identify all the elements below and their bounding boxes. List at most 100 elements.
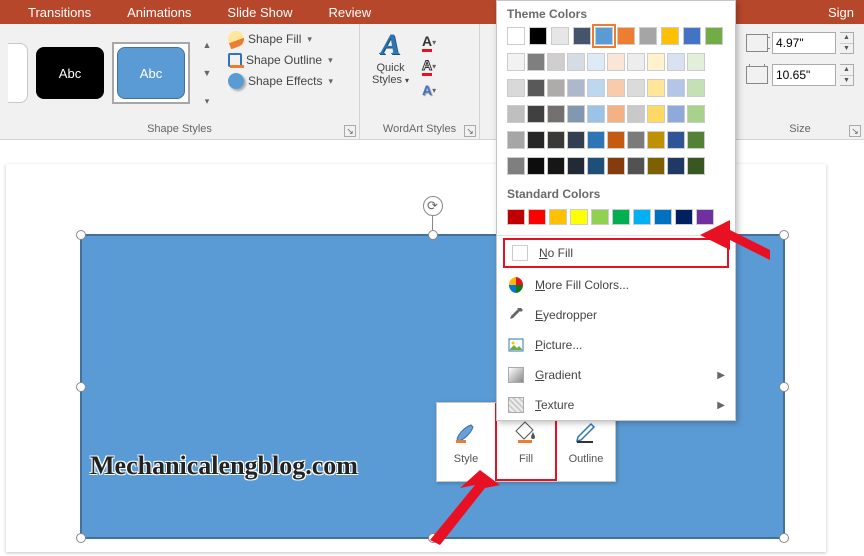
shape-effects-button[interactable]: Shape Effects ▾ [226,72,335,90]
style-gallery[interactable]: Abc Abc ▲ ▼ ▾ [8,28,214,114]
color-swatch[interactable] [549,209,567,225]
color-swatch[interactable] [547,105,565,123]
color-swatch[interactable] [667,79,685,97]
color-swatch[interactable] [527,53,545,71]
eyedropper-item[interactable]: Eyedropper [497,300,735,330]
color-swatch[interactable] [627,131,645,149]
color-swatch[interactable] [507,79,525,97]
color-swatch[interactable] [675,209,693,225]
color-swatch[interactable] [667,157,685,175]
dialog-launcher-size[interactable]: ↘ [849,125,861,137]
text-fill-button[interactable]: A▾ [419,32,439,52]
style-thumb-prev[interactable] [8,43,28,103]
color-swatch[interactable] [654,209,672,225]
tab-review[interactable]: Review [310,1,389,24]
resize-handle[interactable] [779,230,789,240]
color-swatch[interactable] [612,209,630,225]
color-swatch[interactable] [567,53,585,71]
color-swatch[interactable] [661,27,679,45]
color-swatch[interactable] [647,53,665,71]
color-swatch[interactable] [607,105,625,123]
color-swatch[interactable] [507,131,525,149]
color-swatch[interactable] [570,209,588,225]
style-thumb-1[interactable]: Abc [36,47,104,99]
resize-handle[interactable] [779,533,789,543]
text-effects-button[interactable]: A▾ [419,80,439,100]
color-swatch[interactable] [527,79,545,97]
height-spinner[interactable]: ▲▼ [840,32,854,54]
text-outline-button[interactable]: A▾ [419,56,439,76]
color-swatch[interactable] [567,157,585,175]
tab-signin[interactable]: Sign [810,1,864,24]
shape-outline-button[interactable]: Shape Outline ▾ [226,52,335,68]
color-swatch[interactable] [667,131,685,149]
no-fill-item[interactable]: No Fill [503,238,729,268]
gallery-down-icon[interactable]: ▼ [200,60,214,86]
gallery-up-icon[interactable]: ▲ [200,32,214,58]
width-spinner[interactable]: ▲▼ [840,64,854,86]
color-swatch[interactable] [547,79,565,97]
color-swatch[interactable] [527,105,545,123]
color-swatch[interactable] [633,209,651,225]
color-swatch[interactable] [567,105,585,123]
color-swatch[interactable] [687,131,705,149]
tab-transitions[interactable]: Transitions [10,1,109,24]
color-swatch[interactable] [595,27,613,45]
color-swatch[interactable] [547,53,565,71]
width-input[interactable]: 10.65" [772,64,836,86]
color-swatch[interactable] [587,105,605,123]
color-swatch[interactable] [528,209,546,225]
color-swatch[interactable] [527,131,545,149]
gradient-item[interactable]: Gradient ▶ [497,360,735,390]
color-swatch[interactable] [627,79,645,97]
color-swatch[interactable] [607,79,625,97]
color-swatch[interactable] [573,27,591,45]
color-swatch[interactable] [627,157,645,175]
shape-fill-button[interactable]: Shape Fill ▾ [226,30,335,48]
style-thumb-selected[interactable]: Abc [112,42,190,104]
quick-styles-button[interactable]: A QuickStyles ▾ [368,28,413,88]
color-swatch[interactable] [667,53,685,71]
picture-item[interactable]: Picture... [497,330,735,360]
color-swatch[interactable] [587,53,605,71]
color-swatch[interactable] [667,105,685,123]
resize-handle[interactable] [76,230,86,240]
color-swatch[interactable] [507,53,525,71]
resize-handle[interactable] [779,382,789,392]
color-swatch[interactable] [687,157,705,175]
color-swatch[interactable] [567,131,585,149]
texture-item[interactable]: Texture ▶ [497,390,735,420]
dialog-launcher-shape-styles[interactable]: ↘ [344,125,356,137]
color-swatch[interactable] [687,53,705,71]
color-swatch[interactable] [705,27,723,45]
color-swatch[interactable] [647,157,665,175]
color-swatch[interactable] [647,79,665,97]
color-swatch[interactable] [647,105,665,123]
color-swatch[interactable] [617,27,635,45]
dialog-launcher-wordart[interactable]: ↘ [464,125,476,137]
resize-handle[interactable] [76,533,86,543]
tab-animations[interactable]: Animations [109,1,209,24]
color-swatch[interactable] [627,53,645,71]
color-swatch[interactable] [529,27,547,45]
color-swatch[interactable] [507,27,525,45]
color-swatch[interactable] [687,105,705,123]
color-swatch[interactable] [547,131,565,149]
color-swatch[interactable] [683,27,701,45]
color-swatch[interactable] [607,53,625,71]
rotation-handle[interactable]: ⟳ [423,196,443,216]
gallery-scroll[interactable]: ▲ ▼ ▾ [200,32,214,114]
tab-slideshow[interactable]: Slide Show [209,1,310,24]
resize-handle[interactable] [76,382,86,392]
gallery-more-icon[interactable]: ▾ [200,88,214,114]
color-swatch[interactable] [587,79,605,97]
color-swatch[interactable] [587,157,605,175]
color-swatch[interactable] [567,79,585,97]
color-swatch[interactable] [647,131,665,149]
color-swatch[interactable] [607,131,625,149]
color-swatch[interactable] [687,79,705,97]
resize-handle[interactable] [428,230,438,240]
color-swatch[interactable] [587,131,605,149]
color-swatch[interactable] [607,157,625,175]
color-swatch[interactable] [507,105,525,123]
